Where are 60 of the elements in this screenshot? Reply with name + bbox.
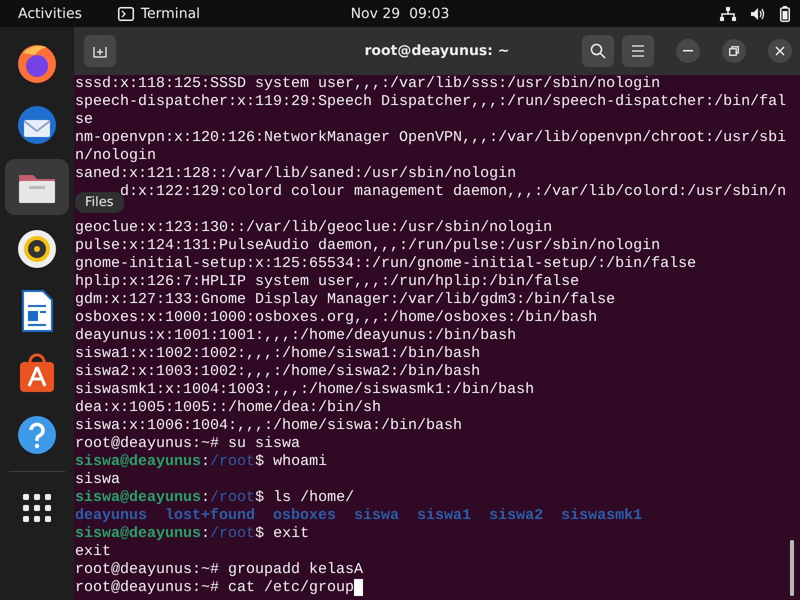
terminal-text: gnome-initial-setup:x:125:65534::/run/gnome-initial-setup/:/bin/false [75,255,696,273]
terminal-text: $ exit [255,525,310,543]
battery-icon[interactable] [780,6,790,22]
menu-button[interactable] [622,35,654,67]
terminal-text: nm-openvpn:x:120:126:NetworkManager OpenVPN,,,:/var/lib/openvpn/chroot:/usr/sbi [75,129,786,147]
terminal-text: root@deayunus:~# groupadd kelasA [75,561,364,579]
clock[interactable]: Nov 29 09:03 [340,6,460,22]
search-button[interactable] [582,35,614,67]
terminal-text: siswa [75,471,120,489]
volume-icon[interactable] [750,6,766,20]
maximize-button[interactable] [722,39,746,63]
scrollbar[interactable] [790,540,794,596]
new-tab-icon [93,44,107,58]
terminal-text: gdm:x:127:133:Gnome Display Manager:/var/lib/gdm3:/bin/false [75,291,616,309]
terminal-text: siswa2:x:1003:1002:,,,:/home/siswa2:/bin/bash [75,363,480,381]
activities-button[interactable]: Activities [18,6,82,22]
close-icon [775,46,785,56]
minimize-button[interactable] [676,39,700,63]
terminal-text: pulse:x:124:131:PulseAudio daemon,,,:/run/pulse:/usr/sbin/nologin [75,237,660,255]
directory-listing: deayunus lost+found osboxes siswa siswa1 siswa2 siswasmk1 [75,507,642,525]
window-title: root@deayunus: ~ [364,43,510,59]
prompt-path: /root [210,453,256,471]
prompt-path: /root [210,489,256,507]
text-cursor [354,579,364,596]
prompt-user: siswa@deayunus [75,525,202,543]
terminal-text: siswa1:x:1002:1002:,,,:/home/siswa1:/bin/bash [75,345,480,363]
prompt-user: siswa@deayunus [75,489,202,507]
terminal-text: exit [75,543,112,561]
terminal-text: speech-dispatcher:x:119:29:Speech Dispatcher,,,:/run/speech-dispatcher:/bin/fal [75,93,786,111]
terminal-text: hplip:x:126:7:HPLIP system user,,,:/run/hplip:/bin/false [75,273,580,291]
terminal-text: root@deayunus:~# su siswa [75,435,300,453]
terminal-text: : [201,453,210,471]
network-icon[interactable] [720,6,736,20]
prompt-path: /root [210,525,256,543]
app-grid-icon [21,492,53,524]
terminal-text: osboxes:x:1000:1000:osboxes.org,,,:/home/osboxes:/bin/bash [75,309,598,327]
prompt-user: siswa@deayunus [75,453,202,471]
minimize-icon [683,50,693,52]
terminal-text: se [75,111,94,129]
terminal-text: geoclue:x:123:130::/var/lib/geoclue:/usr/sbin/nologin [75,219,552,237]
terminal-text: saned:x:121:128::/var/lib/saned:/usr/sbin/nologin [75,165,516,183]
new-tab-button[interactable] [84,35,116,67]
terminal-text: : [201,525,210,543]
close-button[interactable] [768,39,792,63]
menu-icon [631,45,645,57]
terminal-text: sssd:x:118:125:SSSD system user,,,:/var/lib/sss:/usr/sbin/nologin [75,75,660,93]
app-menu-label[interactable]: Terminal [140,6,200,22]
dock-item[interactable] [5,159,69,215]
restore-icon [729,46,739,56]
terminal-text: deayunus:x:1001:1001:,,,:/home/deayunus:/bin/bash [75,327,516,345]
terminal-icon [118,6,134,20]
terminal-text: root@deayunus:~# cat /etc/group [75,579,354,597]
terminal-text: n/nologin [75,147,156,165]
terminal-text: dea:x:1005:1005::/home/dea:/bin/sh [75,399,382,417]
search-icon [590,43,606,59]
terminal-text: $ ls /home/ [255,489,354,507]
terminal-text: siswa:x:1006:1004:,,,:/home/siswa:/bin/bash [75,417,462,435]
terminal-text: $ whoami [255,453,328,471]
terminal-text: : [201,489,210,507]
terminal-text: siswasmk1:x:1004:1003:,,,:/home/siswasmk1:/bin/bash [75,381,534,399]
